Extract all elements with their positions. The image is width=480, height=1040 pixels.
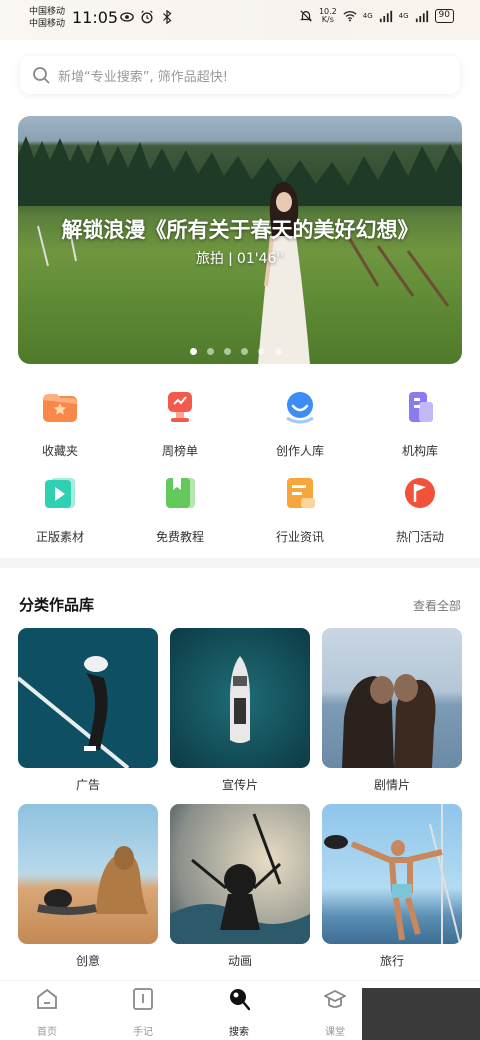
carousel-dot[interactable] [207, 348, 214, 355]
quick-link-label: 机构库 [401, 444, 438, 458]
category-card-travel[interactable]: 旅行 [322, 804, 462, 969]
carousel-dot[interactable] [190, 348, 197, 355]
category-label: 剧情片 [373, 778, 410, 792]
quick-link-label: 周榜单 [161, 444, 198, 458]
tab-label: 首页 [37, 1027, 57, 1038]
carousel-dot[interactable] [241, 348, 248, 355]
category-thumbnail-art [18, 656, 130, 768]
tab-home[interactable]: 首页 [17, 987, 77, 1038]
category-label: 创意 [75, 954, 100, 968]
search-placeholder: 新增“专业搜索”, 筛作品超快! [58, 69, 228, 85]
carousel-dot[interactable] [224, 348, 231, 355]
carousel-dot[interactable] [258, 348, 265, 355]
category-label: 宣传片 [221, 778, 258, 792]
clock: 11:05 [72, 8, 119, 27]
category-thumbnail-art [324, 804, 461, 944]
net-speed: 10.2 K/s [319, 8, 337, 24]
mute-bell-icon [300, 10, 312, 22]
section-divider [0, 558, 480, 568]
quick-link-industry-news[interactable]: 行业资讯 [240, 474, 360, 545]
status-icons-left [120, 10, 174, 24]
category-thumbnail-art [170, 813, 310, 944]
status-icons-right: 10.2 K/s 4G 4G 90 [299, 8, 454, 24]
featured-banner[interactable]: 解锁浪漫《所有关于春天的美好幻想》 旅拍 ǀ 01'46'' [18, 116, 462, 364]
carrier-2: 中国移动 [29, 19, 66, 29]
signal-icon [415, 10, 428, 23]
tab-label: 课堂 [325, 1027, 345, 1038]
category-thumbnail-art [37, 846, 148, 915]
book-icon [166, 478, 195, 508]
tab-notes[interactable]: 手记 [113, 987, 173, 1038]
creator-icon [286, 392, 314, 424]
category-thumbnail [322, 628, 462, 768]
quick-link-label: 行业资讯 [275, 530, 324, 544]
category-card-promo[interactable]: 宣传片 [170, 628, 310, 793]
section-title: 分类作品库 [19, 596, 95, 614]
notebook-icon [133, 988, 153, 1010]
eye-icon [120, 12, 134, 22]
trophy-icon [168, 392, 192, 422]
quick-link-label: 收藏夹 [41, 444, 78, 458]
category-card-creative[interactable]: 创意 [18, 804, 158, 969]
banner-title: 解锁浪漫《所有关于春天的美好幻想》 [61, 218, 419, 242]
quick-link-licensed-assets[interactable]: 正版素材 [0, 474, 120, 545]
flag-icon [405, 478, 435, 508]
woman-illustration [258, 182, 310, 364]
category-card-ads[interactable]: 广告 [18, 628, 158, 793]
signal-icon [379, 10, 392, 23]
category-thumbnail [18, 804, 158, 944]
net-speed-unit: K/s [321, 15, 334, 24]
category-card-animation[interactable]: 动画 [170, 804, 310, 969]
quick-link-label: 正版素材 [35, 530, 84, 544]
view-all-link[interactable]: 查看全部 [413, 597, 461, 614]
alarm-icon [141, 10, 153, 24]
search-icon [33, 67, 50, 84]
category-label: 旅行 [379, 954, 404, 968]
quick-link-label: 免费教程 [155, 530, 204, 544]
battery-indicator: 90 [434, 9, 454, 23]
status-bar: 中国移动 中国移动 11:05 10.2 K/s 4G 4G 90 [0, 0, 480, 40]
quick-link-free-tutorials[interactable]: 免费教程 [120, 474, 240, 545]
signal-label-2: 4G [398, 12, 409, 20]
quick-link-hot-events[interactable]: 热门活动 [360, 474, 480, 545]
category-card-drama[interactable]: 剧情片 [322, 628, 462, 793]
category-thumbnail [322, 804, 462, 944]
folder-star-icon [43, 394, 77, 422]
category-label: 动画 [227, 954, 252, 968]
quick-link-label: 热门活动 [395, 530, 444, 544]
quick-link-agencies[interactable]: 机构库 [360, 388, 480, 459]
category-thumbnail [18, 628, 158, 768]
play-file-icon [45, 478, 75, 508]
tab-classroom[interactable]: 课堂 [305, 987, 365, 1038]
overlay-block [362, 988, 480, 1040]
quick-link-creators[interactable]: 创作人库 [240, 388, 360, 459]
category-thumbnail-art [230, 656, 250, 743]
category-thumbnail-art [342, 674, 436, 768]
tab-label: 手记 [133, 1027, 153, 1038]
quick-link-favorites[interactable]: 收藏夹 [0, 388, 120, 459]
building-icon [409, 392, 433, 422]
tab-label: 搜索 [229, 1027, 249, 1038]
category-thumbnail [170, 804, 310, 944]
search-bar[interactable]: 新增“专业搜索”, 筛作品超快! [20, 56, 460, 94]
category-label: 广告 [75, 778, 100, 792]
carousel-dots [190, 348, 282, 355]
search-icon [230, 989, 251, 1011]
category-thumbnail [170, 628, 310, 768]
carousel-dot[interactable] [275, 348, 282, 355]
wifi-icon [343, 11, 357, 22]
carrier-labels: 中国移动 中国移动 [29, 6, 65, 30]
news-icon [287, 478, 315, 508]
signal-label-1: 4G [362, 12, 373, 20]
quick-link-label: 创作人库 [275, 444, 324, 458]
quick-link-weekly-chart[interactable]: 周榜单 [120, 388, 240, 459]
banner-subtitle: 旅拍 ǀ 01'46'' [195, 251, 285, 267]
tab-search[interactable]: 搜索 [209, 987, 269, 1038]
graduation-cap-icon [322, 989, 348, 1008]
home-icon [37, 988, 57, 1009]
bluetooth-icon [163, 10, 172, 24]
carrier-1: 中国移动 [29, 7, 66, 17]
